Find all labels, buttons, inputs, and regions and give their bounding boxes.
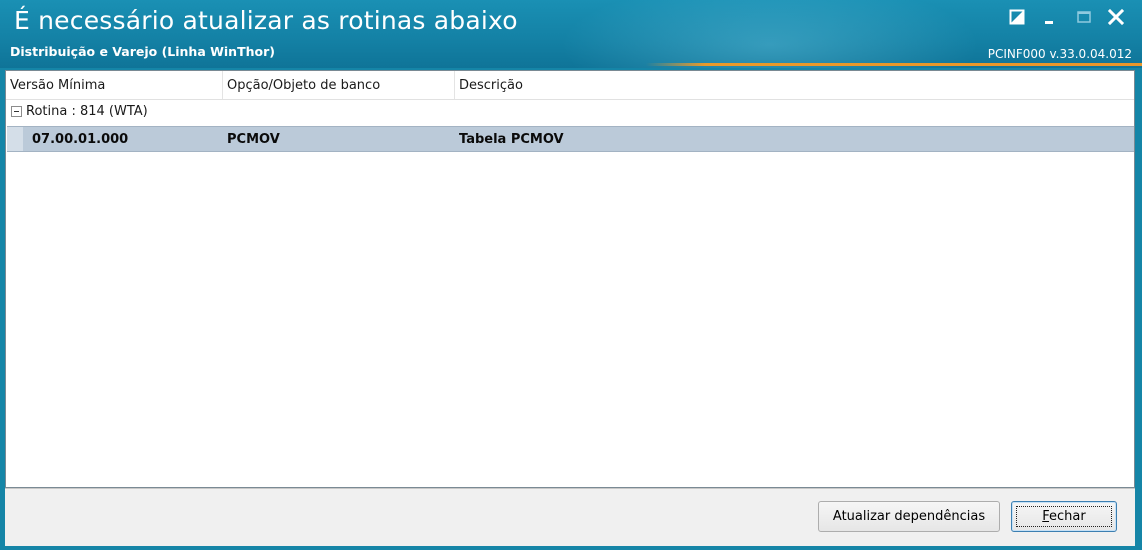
row-indent [7, 127, 23, 151]
minimize-icon [1045, 21, 1053, 24]
maximize-icon [1077, 11, 1091, 23]
column-header-description[interactable]: Descrição [455, 71, 1134, 99]
dialog-window: É necessário atualizar as rotinas abaixo… [0, 0, 1142, 550]
cell-description: Tabela PCMOV [459, 132, 564, 147]
dialog-title: É necessário atualizar as rotinas abaixo [14, 6, 518, 35]
group-label: Rotina : 814 (WTA) [26, 104, 148, 119]
accent-line [646, 63, 1142, 66]
column-header-min-version[interactable]: Versão Mínima [6, 71, 223, 99]
restore-icon [1009, 9, 1025, 25]
title-glow [560, 0, 980, 68]
close-button-label: Fechar [1042, 509, 1086, 524]
table-row[interactable]: 07.00.01.000 PCMOV Tabela PCMOV [7, 126, 1134, 152]
collapse-icon[interactable] [11, 106, 22, 117]
update-dependencies-button[interactable]: Atualizar dependências [818, 501, 1000, 532]
title-bar: É necessário atualizar as rotinas abaixo… [0, 0, 1142, 68]
button-bar: Atualizar dependências Fechar [5, 488, 1135, 546]
maximize-button[interactable] [1073, 6, 1095, 28]
dependencies-grid[interactable]: Versão Mínima Opção/Objeto de banco Desc… [5, 70, 1135, 488]
group-row[interactable]: Rotina : 814 (WTA) [6, 100, 1134, 124]
dialog-subtitle: Distribuição e Varejo (Linha WinThor) [10, 44, 275, 59]
close-button[interactable]: Fechar [1011, 501, 1117, 532]
cell-object: PCMOV [227, 132, 280, 147]
column-header-object[interactable]: Opção/Objeto de banco [223, 71, 455, 99]
close-icon [1107, 8, 1125, 26]
cell-min-version: 07.00.01.000 [32, 132, 129, 147]
close-window-button[interactable] [1105, 6, 1127, 28]
version-label: PCINF000 v.33.0.04.012 [987, 47, 1132, 61]
grid-header: Versão Mínima Opção/Objeto de banco Desc… [6, 71, 1134, 100]
minimize-button[interactable] [1040, 6, 1062, 28]
restore-button[interactable] [1006, 6, 1028, 28]
